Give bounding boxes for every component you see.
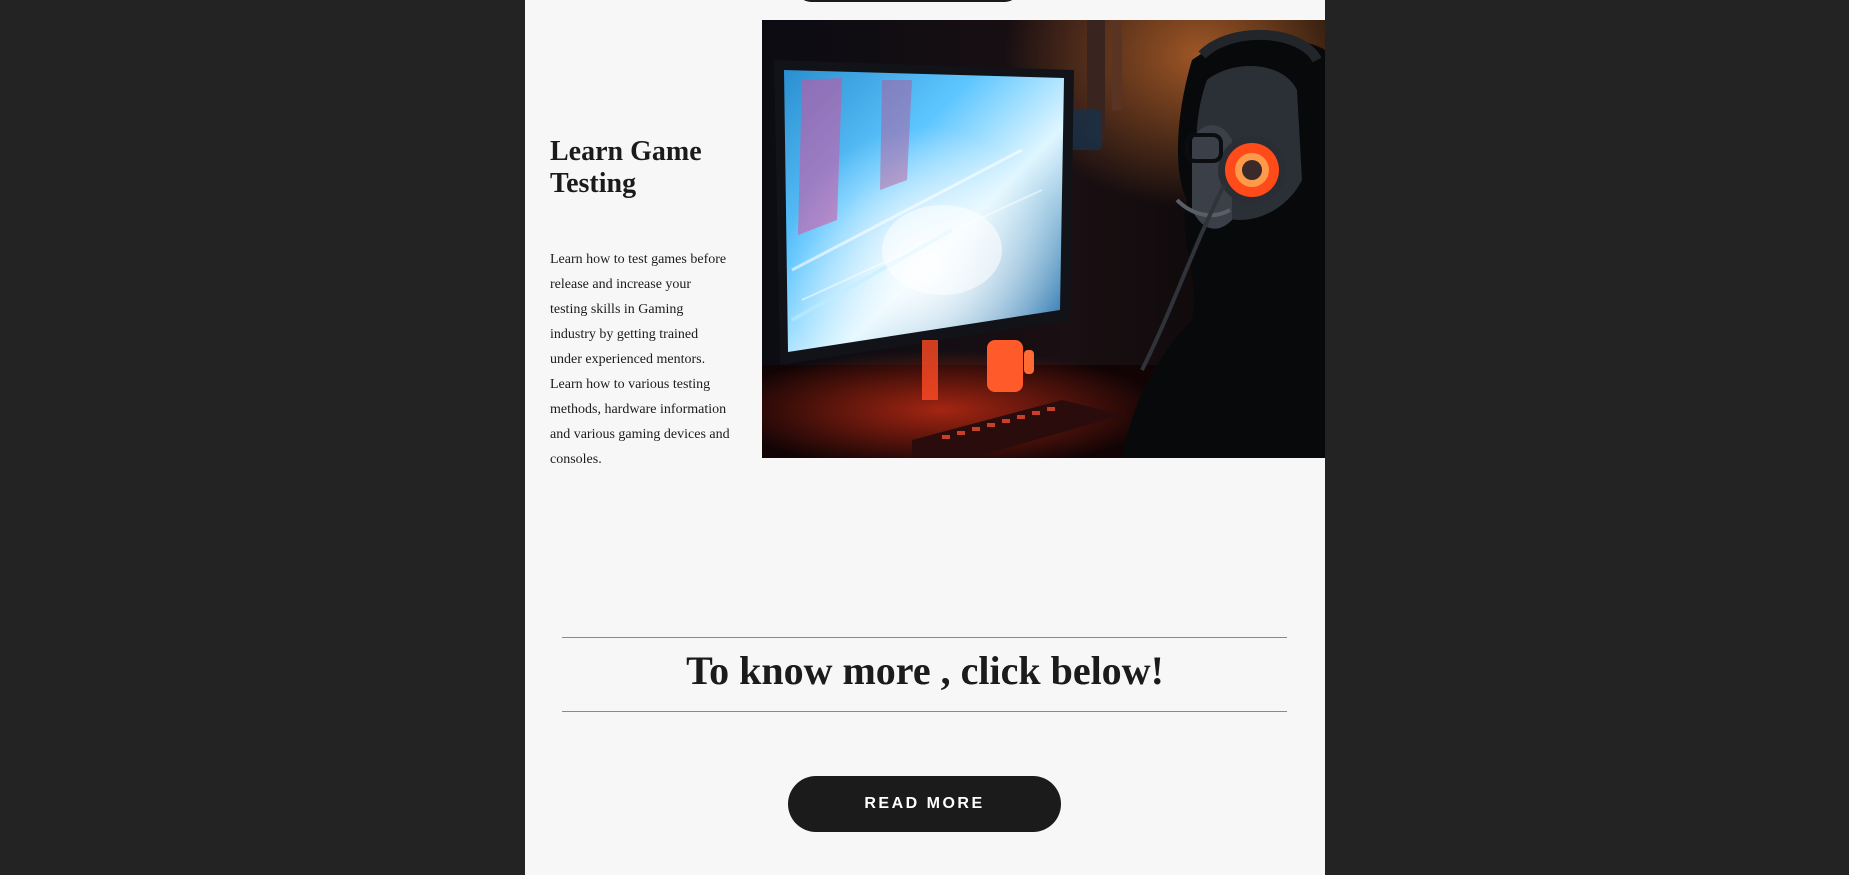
hero-description: Learn how to test games before release a…: [550, 247, 730, 472]
divider-bottom: [562, 711, 1287, 712]
hero-paragraph: Learn how to test games before release a…: [550, 252, 727, 367]
cta-heading: To know more , click below!: [686, 648, 1164, 693]
hero-image: [762, 20, 1325, 458]
page-content: Learn Game Testing Learn how to test gam…: [525, 0, 1325, 875]
divider-top: [562, 637, 1287, 638]
hero-title: Learn Game Testing: [550, 136, 702, 199]
read-more-button[interactable]: READ MORE: [788, 776, 1061, 832]
hero-paragraph: Learn how to various testing methods, ha…: [550, 377, 730, 467]
top-button[interactable]: [797, 0, 1019, 2]
